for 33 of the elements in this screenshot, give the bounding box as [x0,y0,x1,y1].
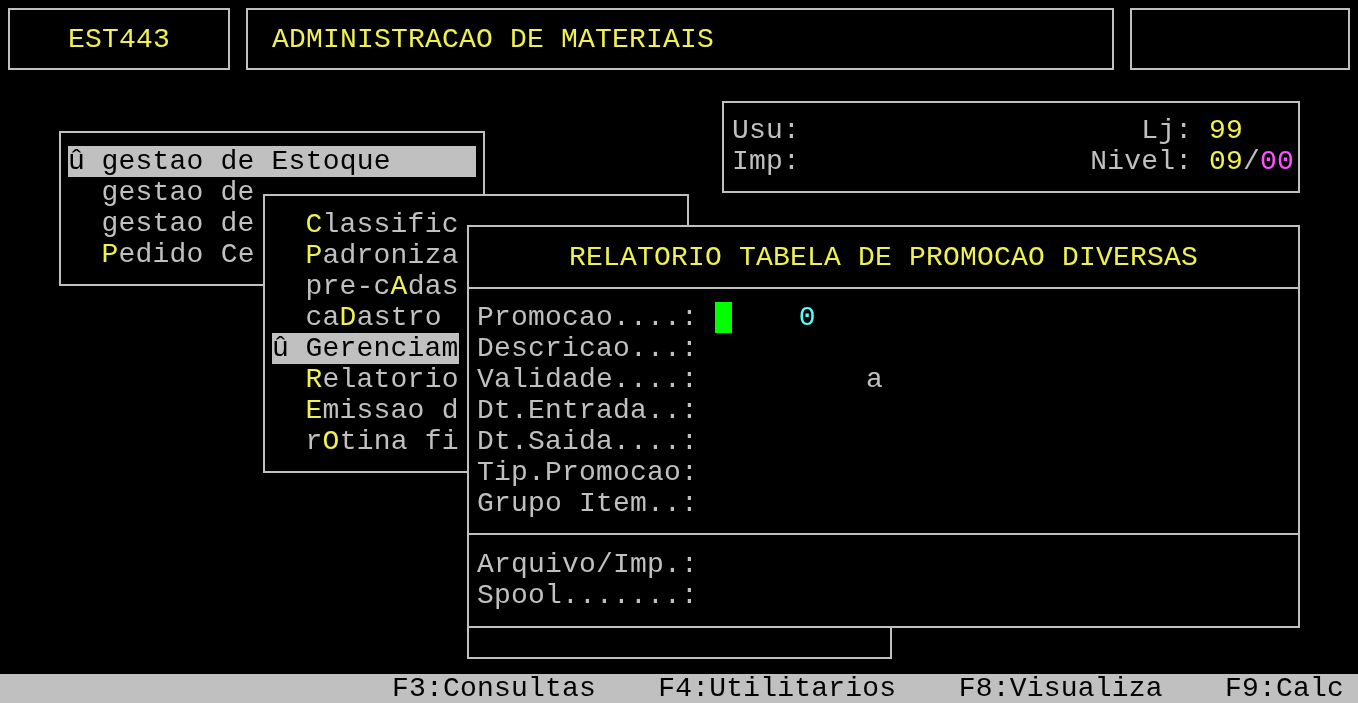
function-key-hint[interactable]: F8:Visualiza [958,673,1163,703]
menu-item[interactable]: Relatorio [272,364,459,395]
menu-item[interactable]: Classific [272,209,459,240]
function-key-hint[interactable]: F3:Consultas [392,673,597,703]
field-label: Dt.Saida....: [477,426,699,457]
field-label: Dt.Entrada..: [477,395,699,426]
field-label: Descricao...: [477,333,699,364]
menu-item[interactable]: û gestao de Estoque [68,146,476,177]
level-value: 09/00 [1209,146,1293,177]
app-title: ADMINISTRACAO DE MATERIAIS [272,23,715,55]
function-key-hint[interactable]: F4:Utilitarios [658,673,897,703]
menu-item[interactable]: Emissao d [272,395,459,426]
dialog-title: RELATORIO TABELA DE PROMOCAO DIVERSAS [568,241,1199,273]
field-label: Nivel: [1090,146,1193,177]
menu-item[interactable]: pre-cAdas [272,271,459,302]
field-label: Validade....: [477,364,699,395]
field-value: 0 [797,302,816,333]
field-label: Grupo Item..: [477,488,699,519]
field-label: Spool.......: [477,580,699,611]
menu-item[interactable]: û Gerenciam [272,333,459,364]
function-key-hint[interactable]: F9:Calc [1224,673,1344,703]
field-label: Promocao....: [477,302,699,333]
field-label: Imp: [732,146,800,177]
field-label: Usu: [732,115,800,146]
program-code: EST443 [68,23,171,55]
field-label: Arquivo/Imp.: [477,549,699,580]
menu-item[interactable]: Padroniza [272,240,459,271]
field-label: Tip.Promocao: [477,457,699,488]
menu-item[interactable]: rOtina fi [272,426,459,457]
field-value: a [866,364,884,395]
field-label: Lj: [1141,115,1193,146]
store-value: 99 [1209,115,1244,146]
menu-item[interactable]: caDastro [272,302,459,333]
